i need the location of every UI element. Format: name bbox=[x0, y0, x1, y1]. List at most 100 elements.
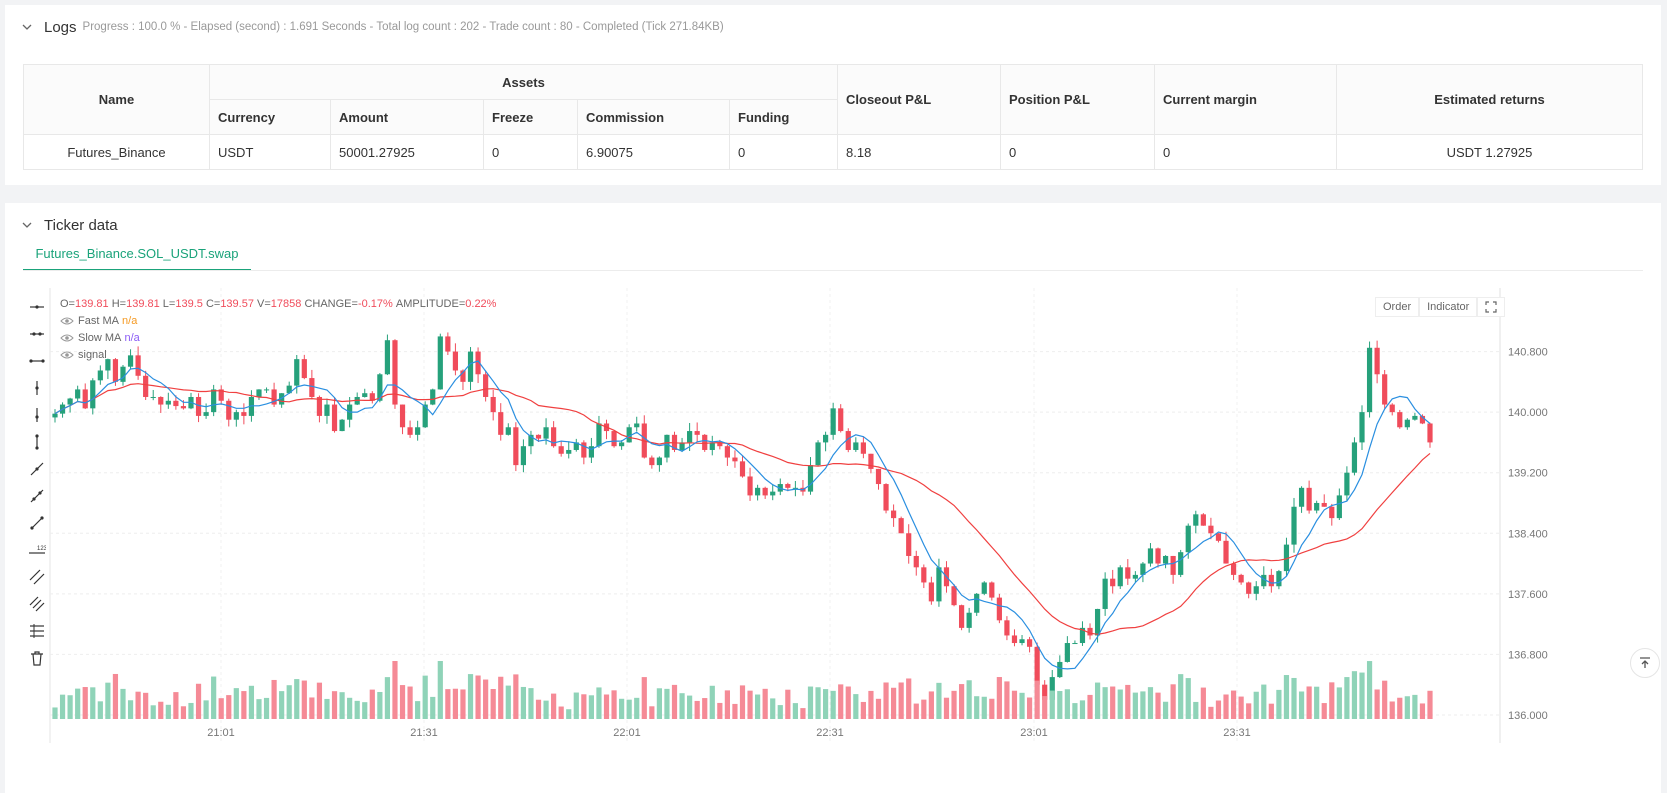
volume-bar bbox=[974, 696, 980, 719]
volume-bar bbox=[1223, 694, 1229, 719]
candle-body bbox=[596, 423, 602, 447]
candle-body bbox=[1034, 646, 1040, 685]
volume-bar bbox=[883, 682, 889, 719]
candle-body bbox=[1359, 412, 1365, 443]
candle-body bbox=[1178, 552, 1184, 575]
volume-bar bbox=[626, 699, 632, 719]
segment-line-icon[interactable] bbox=[25, 509, 49, 536]
scroll-to-top-button[interactable] bbox=[1630, 648, 1660, 678]
volume-bar bbox=[347, 697, 353, 719]
candle-body bbox=[830, 408, 836, 435]
candle-body bbox=[702, 434, 708, 450]
candle-body bbox=[1321, 502, 1327, 507]
fibonacci-icon[interactable] bbox=[25, 617, 49, 644]
low-value: 139.5 bbox=[175, 297, 203, 310]
eye-icon[interactable] bbox=[60, 316, 74, 326]
legend-signal[interactable]: signal bbox=[60, 346, 496, 363]
low-label: L= bbox=[162, 297, 176, 310]
candle-body bbox=[1397, 412, 1403, 428]
volume-bar bbox=[422, 675, 428, 719]
eye-icon[interactable] bbox=[60, 350, 74, 360]
volume-bar bbox=[467, 674, 474, 719]
x-tick-label: 23:31 bbox=[1223, 727, 1251, 739]
volume-bar bbox=[739, 685, 746, 719]
volume-bar bbox=[1193, 701, 1199, 719]
volume-bar bbox=[407, 686, 413, 719]
horizontal-segment-icon[interactable] bbox=[25, 347, 49, 374]
chevron-down-icon[interactable] bbox=[22, 22, 32, 32]
amplitude-value: 0.22% bbox=[465, 297, 497, 310]
candlestick-chart[interactable]: 140.800 140.000 139.200 138.400 137.600 136.8… bbox=[5, 203, 1661, 793]
channel-lines-icon[interactable] bbox=[25, 590, 49, 617]
volume-bar bbox=[664, 688, 670, 719]
eye-icon[interactable] bbox=[60, 333, 74, 343]
volume-bar bbox=[75, 688, 81, 719]
horizontal-line-icon[interactable] bbox=[25, 293, 49, 320]
volume-bar bbox=[868, 690, 874, 719]
col-name: Name bbox=[23, 64, 210, 135]
candle-body bbox=[1268, 574, 1274, 587]
cell-returns: USDT 1.27925 bbox=[1336, 134, 1643, 170]
volume-bar bbox=[1094, 682, 1101, 719]
candle-body bbox=[143, 375, 149, 397]
cell-freeze: 0 bbox=[483, 134, 578, 170]
x-tick-label: 22:31 bbox=[816, 727, 844, 739]
volume-bar bbox=[777, 705, 783, 719]
volume-bar bbox=[951, 690, 957, 719]
vertical-segment-icon[interactable] bbox=[25, 428, 49, 455]
trend-line-icon[interactable] bbox=[25, 455, 49, 482]
volume-bar bbox=[928, 691, 934, 719]
candle-body bbox=[1351, 442, 1358, 473]
candle-body bbox=[913, 555, 919, 568]
indicator-button[interactable]: Indicator bbox=[1419, 297, 1478, 317]
legend-fast-ma[interactable]: Fast MA n/a bbox=[60, 312, 496, 329]
order-button[interactable]: Order bbox=[1375, 297, 1420, 317]
parallel-lines-icon[interactable] bbox=[25, 563, 49, 590]
arrow-up-icon bbox=[1640, 657, 1650, 668]
cell-commission: 6.90075 bbox=[577, 134, 730, 170]
volume-bar bbox=[309, 697, 315, 719]
volume-bar bbox=[792, 703, 798, 719]
chart-legend: O= 139.81 H= 139.81 L= 139.5 C= 139.57 V= 178… bbox=[60, 295, 496, 363]
volume-bar bbox=[1072, 703, 1078, 719]
volume-bar bbox=[513, 674, 519, 719]
slow-ma-line bbox=[54, 383, 1431, 635]
candle-body bbox=[906, 533, 912, 556]
volume-bar bbox=[150, 705, 156, 719]
candle-body bbox=[256, 389, 262, 397]
volume-bar bbox=[354, 700, 360, 719]
candle-body bbox=[430, 389, 436, 405]
logs-header[interactable]: Logs Progress : 100.0 % - Elapsed (secon… bbox=[22, 17, 724, 37]
ohlc-readout: O= 139.81 H= 139.81 L= 139.5 C= 139.57 V= 178… bbox=[60, 295, 496, 312]
candle-body bbox=[1223, 540, 1229, 564]
volume-bar bbox=[823, 689, 829, 719]
volume-bar bbox=[596, 687, 602, 719]
volume-bar bbox=[1117, 689, 1123, 719]
vertical-line-icon[interactable] bbox=[25, 374, 49, 401]
ray-line-icon[interactable] bbox=[25, 482, 49, 509]
volume-bar bbox=[709, 685, 715, 719]
trash-icon[interactable] bbox=[25, 644, 49, 671]
volume-bar bbox=[1155, 692, 1161, 719]
candle-body bbox=[165, 400, 171, 405]
volume-bar bbox=[1019, 692, 1025, 719]
legend-slow-ma[interactable]: Slow MA n/a bbox=[60, 329, 496, 346]
candle-body bbox=[1314, 502, 1320, 511]
price-line-icon[interactable]: 123 bbox=[25, 536, 49, 563]
fullscreen-button[interactable] bbox=[1477, 297, 1506, 317]
candle-body bbox=[853, 442, 859, 450]
volume-label: V= bbox=[257, 297, 271, 310]
volume-bar bbox=[1125, 684, 1131, 719]
volume-bar bbox=[135, 691, 141, 719]
candle-body bbox=[958, 605, 965, 628]
cell-funding: 0 bbox=[729, 134, 838, 170]
candle-body bbox=[981, 582, 987, 594]
horizontal-ray-icon[interactable] bbox=[25, 320, 49, 347]
candle-body bbox=[535, 434, 542, 439]
x-tick-label: 22:01 bbox=[613, 727, 641, 739]
candle-body bbox=[875, 468, 882, 485]
volume-bar bbox=[1351, 671, 1358, 719]
volume-bar bbox=[528, 688, 534, 719]
vertical-ray-icon[interactable] bbox=[25, 401, 49, 428]
volume-bar bbox=[452, 688, 459, 719]
